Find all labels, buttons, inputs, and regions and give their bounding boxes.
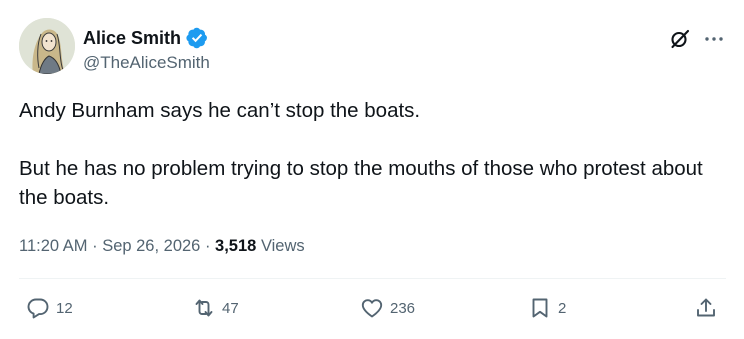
repost-count: 47 <box>222 299 239 317</box>
avatar[interactable] <box>19 18 75 74</box>
repost-icon <box>195 299 213 317</box>
post-time[interactable]: 11:20 AM <box>19 237 88 255</box>
post-text: Andy Burnham says he can’t stop the boat… <box>19 96 719 212</box>
post-paragraph: Andy Burnham says he can’t stop the boat… <box>19 99 421 122</box>
author-name-row: Alice Smith <box>83 26 208 50</box>
post-paragraph: But he has no problem trying to stop the… <box>19 157 703 209</box>
reply-count: 12 <box>56 299 73 317</box>
repost-button[interactable]: 47 <box>192 296 239 320</box>
views-count: 3,518 <box>215 237 257 255</box>
post-date[interactable]: Sep 26, 2026 <box>102 237 200 255</box>
reply-icon <box>27 298 49 319</box>
like-count: 236 <box>390 299 416 317</box>
more-icon[interactable] <box>702 27 726 51</box>
like-button[interactable]: 236 <box>360 296 415 320</box>
author-handle[interactable]: @TheAliceSmith <box>83 52 210 74</box>
grok-icon[interactable] <box>668 27 692 51</box>
avatar-illustration-icon <box>19 18 75 74</box>
tweet: Alice Smith @TheAliceSmith Andy Burnham … <box>0 0 744 339</box>
heart-icon <box>361 299 383 318</box>
divider <box>19 278 726 279</box>
verified-badge-icon[interactable] <box>186 27 208 49</box>
post-meta: 11:20 AM · Sep 26, 2026 · 3,518 Views <box>19 234 305 258</box>
meta-separator: · <box>204 237 211 255</box>
share-button[interactable] <box>694 296 718 320</box>
meta-separator: · <box>92 237 98 255</box>
views-label: Views <box>260 237 305 255</box>
share-icon <box>697 298 715 317</box>
reply-button[interactable]: 12 <box>26 296 73 320</box>
author-display-name[interactable]: Alice Smith <box>83 26 181 50</box>
bookmark-count: 2 <box>558 299 567 317</box>
bookmark-icon <box>532 298 548 318</box>
bookmark-button[interactable]: 2 <box>528 296 566 320</box>
